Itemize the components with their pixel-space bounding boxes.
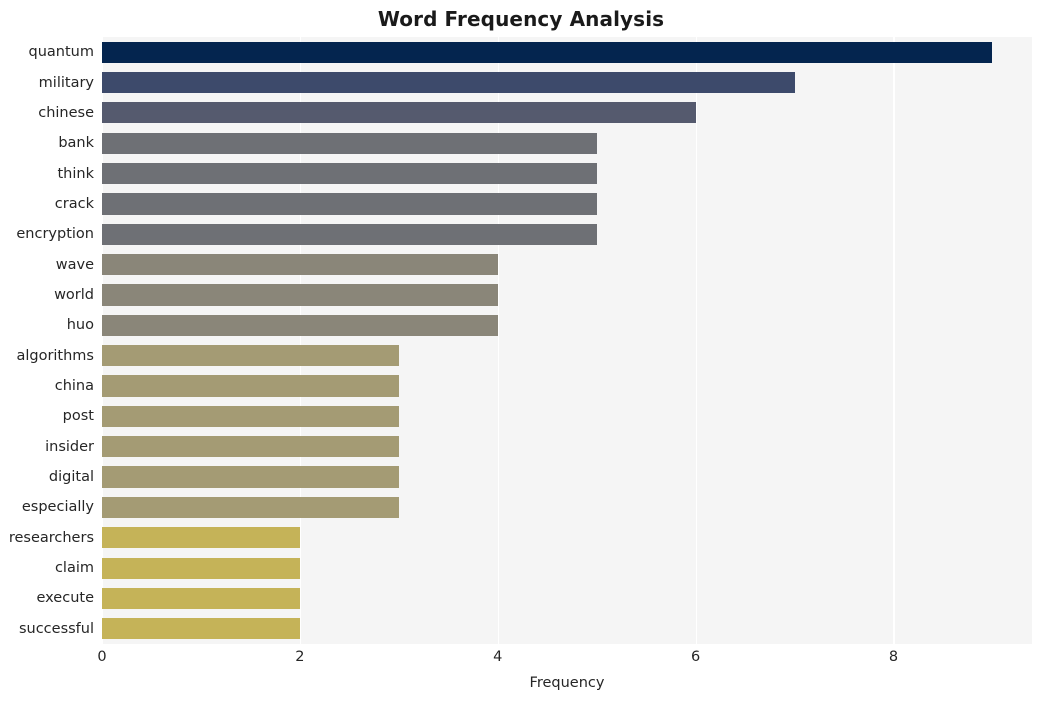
y-tick-label-military: military bbox=[38, 74, 94, 91]
bar-post[interactable] bbox=[102, 405, 399, 427]
y-tick-label-insider: insider bbox=[45, 438, 94, 455]
bar-row bbox=[102, 254, 1032, 276]
bar-insider[interactable] bbox=[102, 436, 399, 458]
bar-row bbox=[102, 618, 1032, 640]
bar-row bbox=[102, 496, 1032, 519]
bar-world[interactable] bbox=[102, 284, 498, 306]
x-tick-label-8: 8 bbox=[888, 649, 899, 665]
bar-researchers[interactable] bbox=[102, 527, 300, 549]
y-tick-label-digital: digital bbox=[48, 469, 94, 486]
y-tick-label-think: think bbox=[57, 165, 95, 182]
bars-container bbox=[102, 37, 1032, 644]
x-axis-tick-labels: 0 2 4 6 8 bbox=[97, 649, 1032, 672]
y-tick-label-bank: bank bbox=[58, 135, 94, 152]
y-tick-label-world: world bbox=[54, 286, 94, 303]
y-tick-label-claim: claim bbox=[54, 560, 94, 577]
bar-row bbox=[102, 314, 1032, 336]
chart-title: Word Frequency Analysis bbox=[377, 7, 665, 31]
bar-bank[interactable] bbox=[102, 132, 597, 154]
plot-area bbox=[102, 37, 1032, 644]
bar-row bbox=[102, 345, 1032, 367]
bar-successful[interactable] bbox=[102, 618, 300, 640]
bar-row bbox=[102, 193, 1032, 215]
bar-row bbox=[102, 223, 1032, 245]
bar-claim[interactable] bbox=[102, 557, 300, 579]
y-tick-label-encryption: encryption bbox=[16, 226, 94, 243]
bar-row bbox=[102, 405, 1032, 427]
bar-huo[interactable] bbox=[102, 314, 498, 336]
bar-row bbox=[102, 557, 1032, 579]
x-tick-label-2: 2 bbox=[295, 649, 305, 665]
y-tick-label-post: post bbox=[62, 408, 94, 425]
bar-row bbox=[102, 284, 1032, 306]
bar-quantum[interactable] bbox=[102, 41, 993, 63]
bar-row bbox=[102, 436, 1032, 458]
y-tick-label-chinese: chinese bbox=[38, 104, 94, 121]
bar-execute[interactable] bbox=[102, 587, 300, 610]
bar-chinese[interactable] bbox=[102, 102, 696, 124]
bar-crack[interactable] bbox=[102, 193, 597, 215]
bar-encryption[interactable] bbox=[102, 223, 597, 245]
x-tick-label-4: 4 bbox=[493, 649, 503, 665]
x-axis-title: Frequency bbox=[529, 675, 605, 691]
bar-row bbox=[102, 587, 1032, 610]
y-tick-label-execute: execute bbox=[36, 590, 95, 607]
bar-think[interactable] bbox=[102, 162, 597, 185]
y-tick-label-especially: especially bbox=[21, 499, 94, 516]
x-tick-label-6: 6 bbox=[690, 649, 701, 665]
y-tick-label-quantum: quantum bbox=[28, 44, 94, 61]
y-tick-label-algorithms: algorithms bbox=[16, 347, 94, 364]
bar-military[interactable] bbox=[102, 71, 795, 94]
bar-row bbox=[102, 466, 1032, 488]
bar-row bbox=[102, 375, 1032, 397]
bar-especially[interactable] bbox=[102, 496, 399, 519]
y-tick-label-china: china bbox=[54, 378, 94, 395]
bar-row bbox=[102, 132, 1032, 154]
bar-wave[interactable] bbox=[102, 254, 498, 276]
y-tick-label-crack: crack bbox=[54, 195, 94, 212]
y-tick-label-huo: huo bbox=[66, 317, 94, 334]
x-tick-label-0: 0 bbox=[97, 649, 107, 665]
chart-figure: Word Frequency Analysis quantum military c… bbox=[0, 0, 1042, 701]
bar-algorithms[interactable] bbox=[102, 345, 399, 367]
bar-row bbox=[102, 71, 1032, 94]
bar-digital[interactable] bbox=[102, 466, 399, 488]
y-tick-label-researchers: researchers bbox=[8, 529, 94, 546]
bar-row bbox=[102, 102, 1032, 124]
y-tick-label-successful: successful bbox=[18, 620, 94, 637]
bar-china[interactable] bbox=[102, 375, 399, 397]
bar-row bbox=[102, 162, 1032, 185]
y-tick-label-wave: wave bbox=[55, 256, 94, 273]
y-axis-tick-labels: quantum military chinese bank think crack encr… bbox=[0, 37, 94, 644]
bar-row bbox=[102, 41, 1032, 63]
bar-row bbox=[102, 527, 1032, 549]
